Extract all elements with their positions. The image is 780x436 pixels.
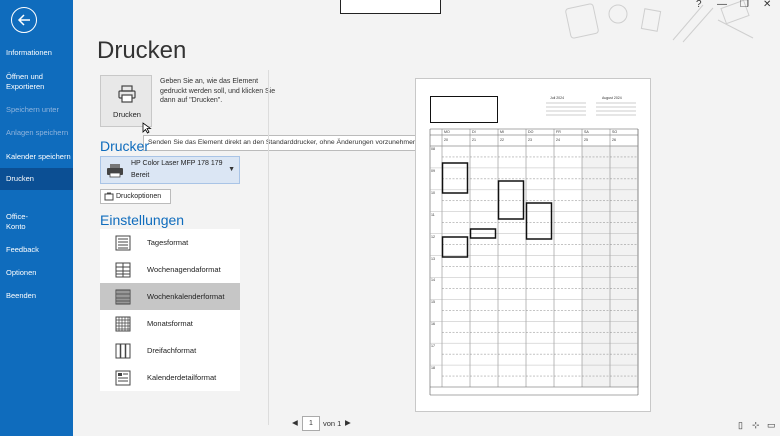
nav-oeffnen-exportieren[interactable]: Öffnen und Exportieren	[0, 72, 60, 92]
print-options-icon	[104, 192, 114, 201]
nav-speichern-unter: Speichern unter	[6, 105, 59, 114]
multi-page-view-icon[interactable]: ▭	[767, 420, 776, 431]
window-frame-box	[340, 0, 441, 14]
preview-date-label: 21	[472, 138, 476, 142]
preview-hour-label: 10	[431, 190, 435, 195]
print-options-button[interactable]: Druckoptionen	[100, 189, 171, 204]
preview-hour-label: 08	[431, 147, 435, 151]
preview-date-label: 23	[528, 138, 532, 142]
preview-day-label: MO	[444, 130, 450, 134]
nav-anlagen-speichern: Anlagen speichern	[6, 128, 69, 137]
preview-hour-label: 16	[431, 322, 435, 327]
nav-beenden[interactable]: Beenden	[0, 291, 73, 301]
preview-hour-label: 14	[431, 278, 435, 283]
preview-week-grid: MO DI MI DO FR SA SO 20 21 22 23 24 25 26 08 09 10 11 12 13…	[416, 79, 652, 413]
month-format-icon	[115, 316, 131, 332]
format-wochenagendaformat[interactable]: Wochenagendaformat	[100, 256, 240, 283]
preview-footer-left	[430, 395, 431, 399]
next-page-icon[interactable]: ▶	[345, 418, 351, 427]
print-preview-page: Juli 2024 August 2024 MO DI MI DO FR SA SO 20 21…	[415, 78, 651, 412]
printer-icon	[118, 85, 136, 103]
print-button[interactable]: Drucken	[100, 75, 152, 127]
preview-date-label: 24	[556, 138, 560, 142]
week-agenda-icon	[115, 262, 131, 278]
print-description: Geben Sie an, wie das Element gedruckt w…	[160, 78, 276, 104]
preview-day-label: DO	[528, 130, 534, 134]
nav-office-konto[interactable]: Office-Konto	[0, 212, 40, 232]
format-wochenkalenderformat[interactable]: Wochenkalenderformat	[100, 283, 240, 310]
page-title: Drucken	[97, 37, 187, 64]
print-options-label: Druckoptionen	[116, 193, 162, 200]
week-calendar-icon	[115, 289, 131, 305]
chevron-down-icon: ▼	[228, 166, 235, 173]
nav-feedback[interactable]: Feedback	[0, 245, 73, 255]
printer-select[interactable]: HP Color Laser MFP 178 179 Bereit ▼	[100, 156, 240, 184]
preview-day-label: DI	[472, 130, 476, 134]
preview-day-label: SA	[584, 130, 589, 134]
nav-drucken-label: Drucken	[6, 174, 34, 183]
nav-optionen[interactable]: Optionen	[0, 268, 73, 278]
preview-day-label: FR	[556, 130, 561, 134]
nav-drucken[interactable]: Drucken	[0, 168, 73, 190]
actual-size-icon[interactable]: ⊹	[752, 420, 760, 431]
pane-divider	[268, 70, 269, 425]
prev-page-icon[interactable]: ◀	[292, 418, 298, 427]
backstage-sidebar: Informationen Öffnen und Exportieren Spe…	[0, 0, 73, 436]
format-label: Dreifachformat	[147, 346, 197, 355]
printer-device-icon	[107, 164, 123, 178]
page-total-label: von 1	[323, 419, 342, 428]
format-label: Tagesformat	[147, 238, 189, 247]
back-arrow-icon[interactable]	[11, 7, 37, 33]
close-button[interactable]: ✕	[763, 0, 771, 10]
preview-hour-label: 15	[431, 300, 435, 305]
restore-button[interactable]: ❐	[740, 0, 749, 10]
printer-section-title: Drucker	[100, 138, 150, 154]
preview-day-label: SO	[612, 130, 618, 134]
calendar-detail-icon	[115, 370, 131, 386]
format-label: Kalenderdetailformat	[147, 373, 217, 382]
format-label: Wochenkalenderformat	[147, 292, 225, 301]
preview-appointment	[441, 236, 469, 258]
preview-day-label: MI	[500, 130, 504, 134]
format-list: Tagesformat Wochenagendaformat Wochenkal…	[100, 229, 240, 391]
page-number-input[interactable]: 1	[302, 416, 320, 431]
preview-hour-label: 18	[431, 366, 435, 371]
help-icon[interactable]: ?	[696, 0, 702, 10]
format-dreifachformat[interactable]: Dreifachformat	[100, 337, 240, 364]
preview-date-label: 20	[444, 138, 448, 142]
preview-date-label: 22	[500, 138, 504, 142]
preview-hour-label: 17	[431, 344, 435, 349]
printer-name: HP Color Laser MFP 178 179	[131, 160, 223, 167]
preview-hour-label: 11	[431, 212, 435, 217]
format-kalenderdetailformat[interactable]: Kalenderdetailformat	[100, 364, 240, 391]
minimize-button[interactable]: —	[717, 0, 727, 10]
preview-date-label: 26	[612, 138, 616, 142]
trifold-format-icon	[115, 343, 131, 359]
format-label: Monatsformat	[147, 319, 193, 328]
day-format-icon	[115, 235, 131, 251]
preview-hour-label: 13	[431, 256, 435, 261]
format-label: Wochenagendaformat	[147, 265, 221, 274]
single-page-view-icon[interactable]: ▯	[738, 420, 743, 431]
preview-appointment	[497, 180, 525, 220]
print-tooltip: Senden Sie das Element direkt an den Sta…	[143, 135, 424, 151]
nav-informationen[interactable]: Informationen	[0, 48, 73, 58]
settings-section-title: Einstellungen	[100, 212, 185, 228]
nav-kalender-speichern[interactable]: Kalender speichern	[0, 152, 73, 162]
preview-date-label: 25	[584, 138, 588, 142]
preview-hour-label: 12	[431, 234, 435, 239]
print-button-label: Drucken	[113, 110, 141, 119]
preview-hour-label: 09	[431, 168, 435, 173]
format-tagesformat[interactable]: Tagesformat	[100, 229, 240, 256]
format-monatsformat[interactable]: Monatsformat	[100, 310, 240, 337]
mouse-cursor-icon	[142, 122, 152, 134]
printer-status: Bereit	[131, 172, 150, 179]
preview-appointment	[441, 162, 469, 194]
